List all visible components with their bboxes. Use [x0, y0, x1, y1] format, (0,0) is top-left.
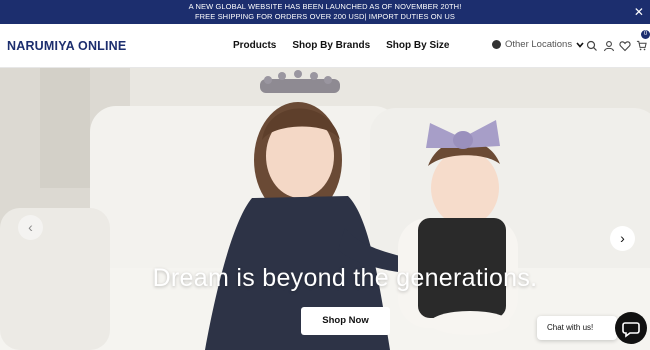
site-header: NARUMIYA ONLINE Products Shop By Brands …	[0, 24, 650, 68]
cart-button[interactable]: 0	[636, 30, 650, 54]
user-icon[interactable]	[603, 40, 615, 52]
shop-now-button[interactable]: Shop Now	[301, 307, 390, 335]
close-icon[interactable]: ✕	[634, 6, 644, 18]
chevron-down-icon	[576, 41, 584, 48]
chat-icon	[622, 322, 640, 338]
carousel-prev-button[interactable]: ‹	[18, 215, 43, 240]
announcement-line-2: FREE SHIPPING FOR ORDERS OVER 200 USD| I…	[194, 12, 456, 21]
nav-products[interactable]: Products	[233, 40, 276, 51]
announcement-line-1: A NEW GLOBAL WEBSITE HAS BEEN LAUNCHED A…	[188, 2, 462, 11]
cart-count-badge: 0	[641, 30, 650, 39]
chat-button[interactable]	[615, 312, 647, 344]
main-nav: Products Shop By Brands Shop By Size	[233, 40, 450, 51]
search-icon[interactable]	[586, 40, 598, 52]
carousel-next-button[interactable]: ›	[610, 226, 635, 251]
location-label: Other Locations	[505, 39, 573, 50]
cart-icon	[636, 40, 647, 51]
heart-icon[interactable]	[619, 40, 631, 52]
hero-banner: ‹ › Dream is beyond the generations. Sho…	[0, 68, 650, 350]
nav-shop-by-brands[interactable]: Shop By Brands	[292, 40, 370, 51]
site-logo[interactable]: NARUMIYA ONLINE	[7, 39, 126, 53]
chat-prompt[interactable]: Chat with us!	[537, 316, 617, 340]
announcement-bar: A NEW GLOBAL WEBSITE HAS BEEN LAUNCHED A…	[0, 0, 650, 24]
nav-shop-by-size[interactable]: Shop By Size	[386, 40, 449, 51]
location-selector[interactable]: Other Locations	[492, 39, 584, 50]
hero-tagline: Dream is beyond the generations.	[152, 264, 538, 292]
globe-icon	[492, 40, 501, 49]
